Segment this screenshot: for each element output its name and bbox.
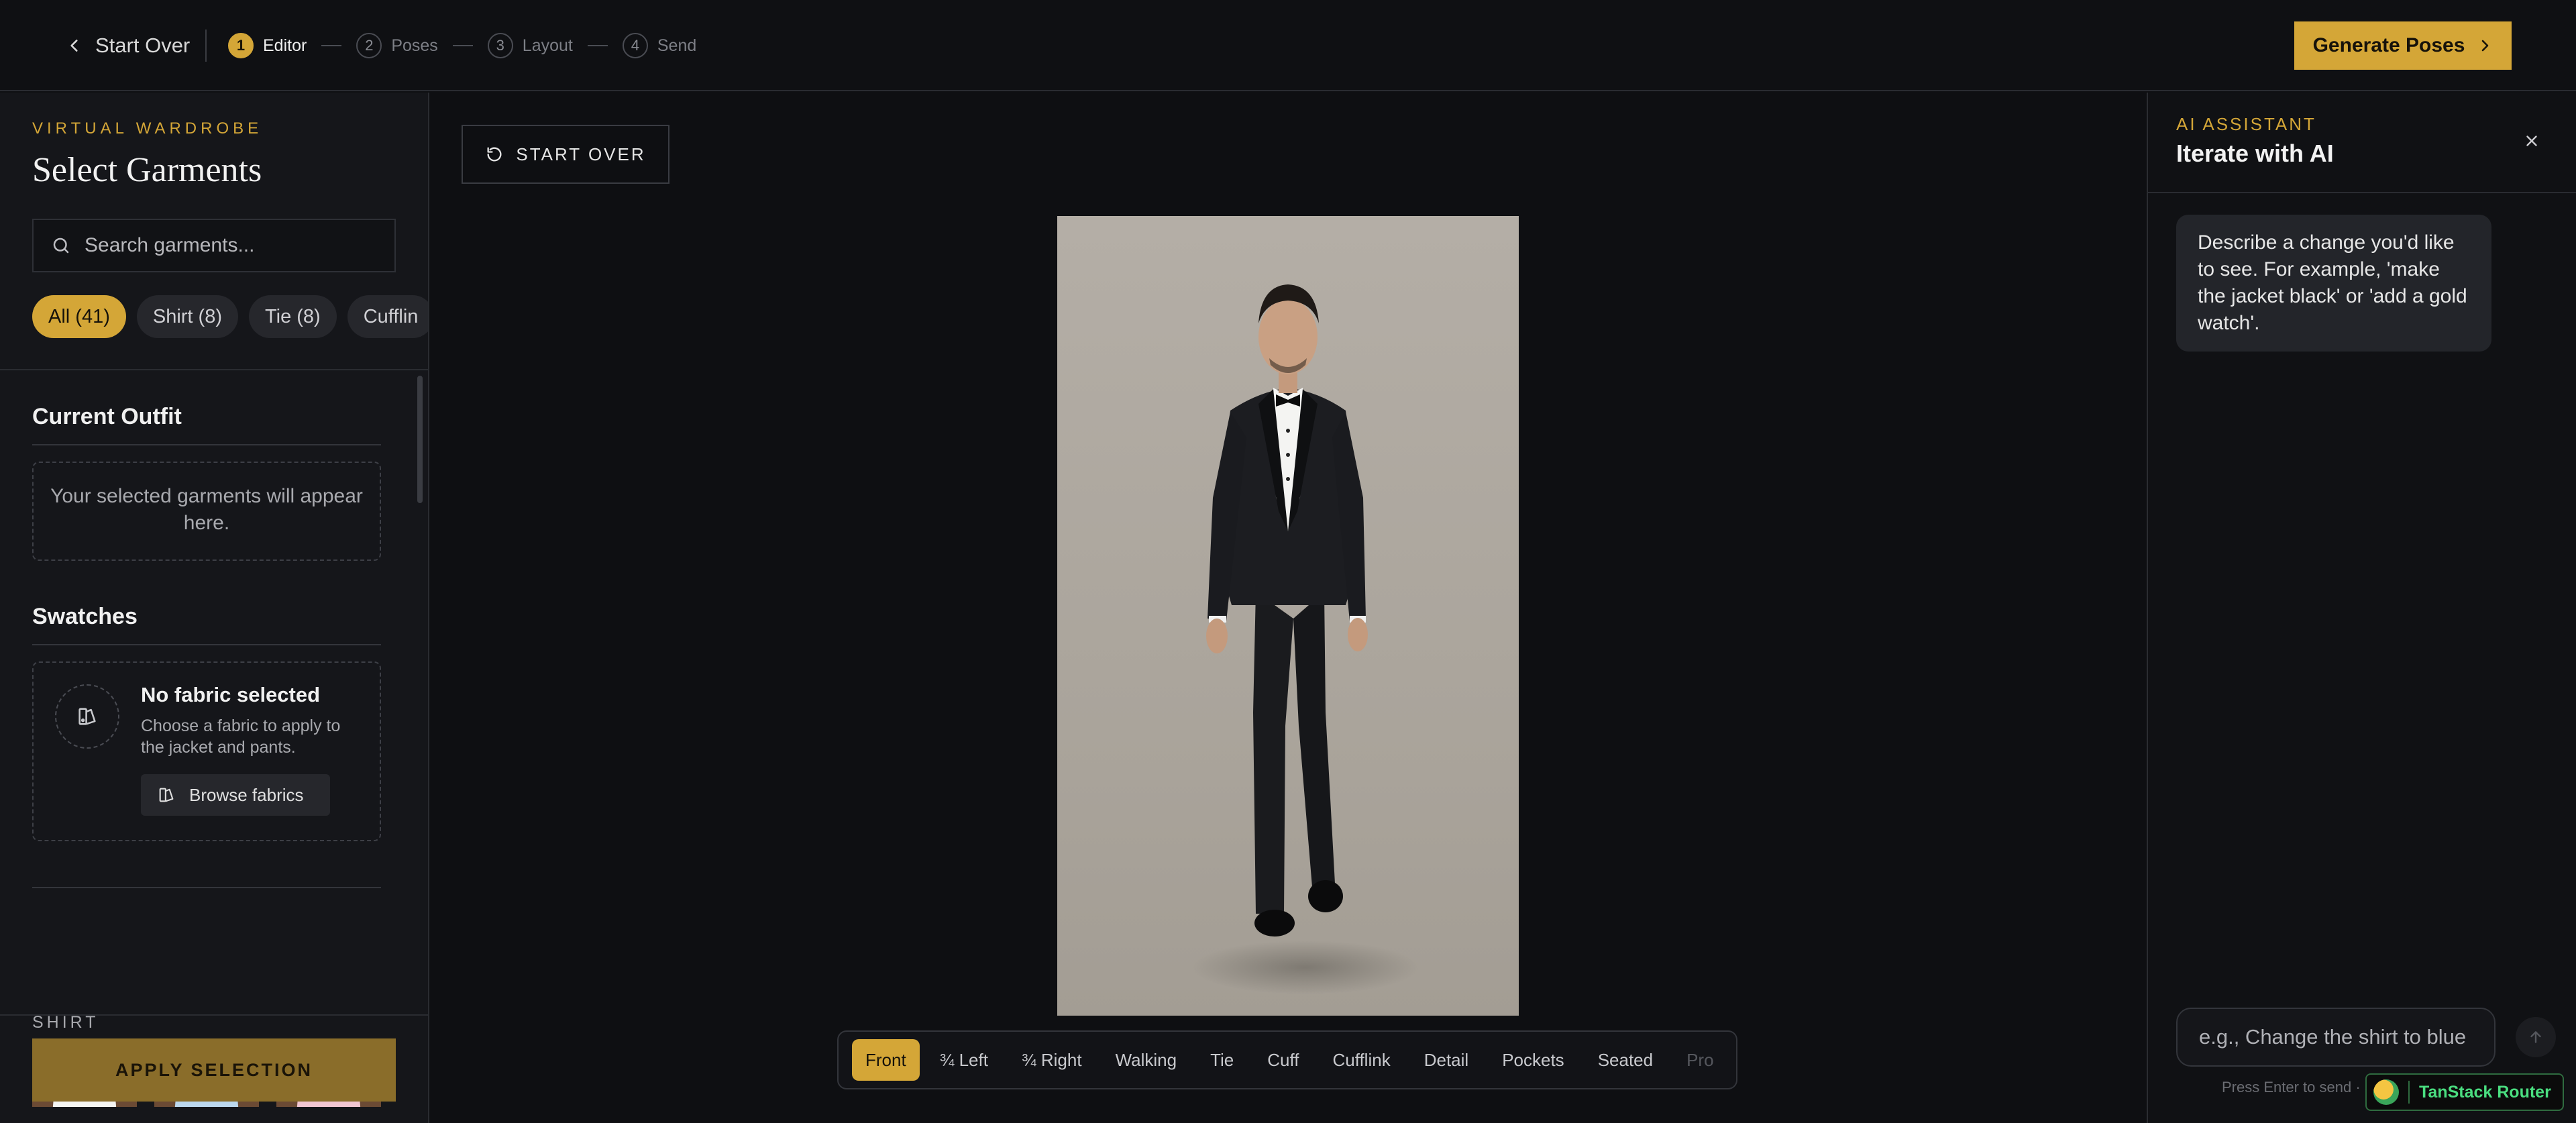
- fabric-icon-holder: [55, 684, 119, 749]
- assistant-message: Describe a change you'd like to see. For…: [2176, 215, 2491, 352]
- category-filters: All (41) Shirt (8) Tie (8) Cufflin: [32, 295, 428, 338]
- empty-outfit-text: Your selected garments will appear here.: [50, 485, 363, 534]
- current-outfit-empty: Your selected garments will appear here.: [32, 462, 381, 561]
- apply-selection-button[interactable]: APPLY SELECTION: [32, 1038, 396, 1102]
- section-divider: [32, 887, 381, 888]
- pose-selector: Front ¾ Left ¾ Right Walking Tie Cuff Cu…: [837, 1030, 1737, 1089]
- swatches-title: Swatches: [32, 604, 138, 629]
- scrollbar-thumb[interactable]: [417, 376, 423, 503]
- step-separator: [452, 45, 473, 46]
- pose-three-quarter-left[interactable]: ¾ Left: [926, 1039, 1002, 1081]
- stepper: 1 Editor 2 Poses 3 Layout 4 Send: [228, 31, 696, 60]
- send-hint: Press Enter to send · Sh: [2222, 1079, 2383, 1095]
- divider: [2408, 1081, 2410, 1104]
- fabric-title: No fabric selected: [141, 683, 321, 706]
- filter-chip-shirt[interactable]: Shirt (8): [136, 295, 238, 338]
- model-preview-image: [1057, 216, 1519, 1016]
- reset-label: START OVER: [516, 144, 646, 164]
- step-label: Layout: [522, 36, 573, 55]
- pose-cuff[interactable]: Cuff: [1254, 1039, 1312, 1081]
- chat-input[interactable]: [2199, 1025, 2481, 1049]
- panel-eyebrow: VIRTUAL WARDROBE: [32, 119, 263, 138]
- send-button[interactable]: [2516, 1017, 2556, 1057]
- panel-title: Select Garments: [32, 151, 262, 189]
- section-divider: [32, 644, 381, 645]
- chevron-right-icon: [2482, 40, 2489, 52]
- pose-tie[interactable]: Tie: [1197, 1039, 1247, 1081]
- fabric-placeholder: No fabric selected Choose a fabric to ap…: [32, 661, 381, 841]
- pose-profile[interactable]: Pro: [1673, 1039, 1727, 1081]
- generate-poses-label: Generate Poses: [2312, 34, 2465, 56]
- swatch-icon: [78, 708, 96, 725]
- step-separator: [321, 45, 342, 46]
- assistant-eyebrow: AI ASSISTANT: [2176, 114, 2316, 134]
- start-over-label: Start Over: [95, 34, 191, 57]
- step-number: 4: [622, 33, 648, 58]
- filter-chip-all[interactable]: All (41): [32, 295, 126, 338]
- chevron-left-icon: [70, 40, 78, 52]
- shirt-section-label: SHIRT: [32, 1013, 99, 1032]
- tanstack-router-devtools-button[interactable]: TanStack Router: [2365, 1073, 2564, 1111]
- step-number: 3: [487, 33, 513, 58]
- browse-fabrics-label: Browse fabrics: [189, 784, 304, 805]
- reset-icon: [487, 147, 502, 162]
- step-label: Poses: [391, 36, 438, 55]
- step-poses[interactable]: 2 Poses: [356, 33, 438, 58]
- pose-detail[interactable]: Detail: [1411, 1039, 1482, 1081]
- filter-chip-tie[interactable]: Tie (8): [249, 295, 337, 338]
- pose-pockets[interactable]: Pockets: [1489, 1039, 1578, 1081]
- garment-panel: VIRTUAL WARDROBE Select Garments All (41…: [0, 93, 429, 1123]
- close-icon: [2526, 136, 2537, 146]
- reset-button[interactable]: START OVER: [462, 125, 669, 184]
- pose-walking[interactable]: Walking: [1102, 1039, 1191, 1081]
- start-over-link[interactable]: Start Over: [66, 31, 190, 60]
- section-divider: [32, 444, 381, 445]
- divider: [205, 30, 207, 62]
- step-send[interactable]: 4 Send: [622, 33, 697, 58]
- search-icon: [53, 237, 69, 254]
- filter-chip-cufflinks[interactable]: Cufflin: [347, 295, 428, 338]
- search-input[interactable]: [85, 234, 393, 257]
- generate-poses-button[interactable]: Generate Poses: [2294, 21, 2512, 70]
- step-label: Send: [657, 36, 697, 55]
- chat-input-box[interactable]: [2176, 1008, 2496, 1067]
- step-separator: [587, 45, 608, 46]
- step-label: Editor: [263, 36, 307, 55]
- assistant-title: Iterate with AI: [2176, 140, 2334, 167]
- step-editor[interactable]: 1 Editor: [228, 33, 307, 58]
- search-box[interactable]: [32, 219, 396, 272]
- tanstack-logo: [2373, 1079, 2399, 1105]
- devtools-label: TanStack Router: [2419, 1082, 2551, 1102]
- divider: [2148, 192, 2576, 193]
- top-bar: Start Over 1 Editor 2 Poses 3 Layout 4 S…: [0, 0, 2576, 91]
- current-outfit-title: Current Outfit: [32, 404, 182, 429]
- fabric-description: Choose a fabric to apply to the jacket a…: [141, 716, 341, 757]
- pose-seated[interactable]: Seated: [1585, 1039, 1666, 1081]
- pose-cufflink[interactable]: Cufflink: [1319, 1039, 1403, 1081]
- garment-scroll-area[interactable]: Current Outfit Your selected garments wi…: [0, 370, 428, 1107]
- browse-fabrics-button[interactable]: Browse fabrics: [141, 774, 330, 816]
- close-button[interactable]: [2518, 127, 2545, 154]
- arrow-up-icon: [2530, 1031, 2541, 1043]
- pose-three-quarter-right[interactable]: ¾ Right: [1008, 1039, 1095, 1081]
- divider: [0, 1014, 428, 1016]
- step-layout[interactable]: 3 Layout: [487, 33, 573, 58]
- ai-assistant-panel: AI ASSISTANT Iterate with AI Describe a …: [2147, 93, 2576, 1123]
- pose-front[interactable]: Front: [852, 1039, 920, 1081]
- step-number: 2: [356, 33, 382, 58]
- swatch-icon: [159, 788, 174, 802]
- step-number: 1: [228, 33, 254, 58]
